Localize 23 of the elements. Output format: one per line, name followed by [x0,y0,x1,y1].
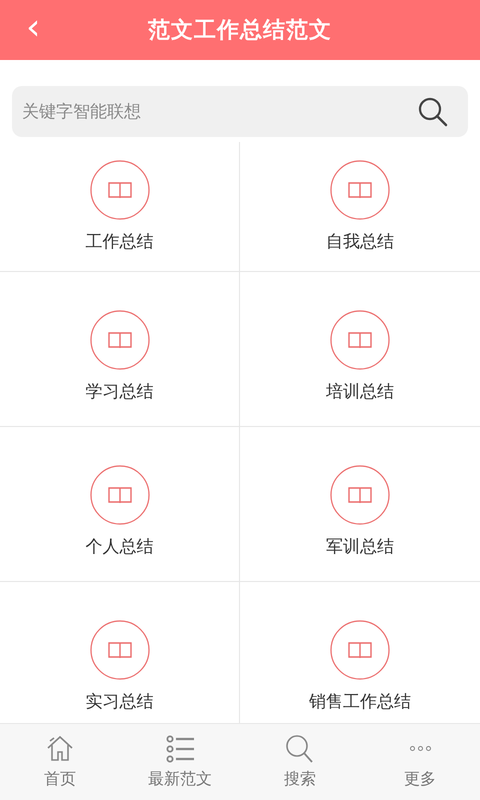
more-icon [410,746,430,751]
tab-item[interactable]: 搜索 [240,724,360,800]
book-icon [330,310,390,370]
category-item[interactable]: 军训总结 [240,427,480,582]
book-icon [330,620,390,680]
tab-item[interactable]: 首页 [0,724,120,800]
category-item[interactable]: 学习总结 [0,272,240,427]
book-icon [330,465,390,525]
category-item[interactable]: 工作总结 [0,142,240,272]
search-icon[interactable] [418,97,448,127]
page-title: 范文工作总结范文 [148,17,332,45]
book-icon [90,160,150,220]
category-item[interactable]: 自我总结 [240,142,480,272]
category-item[interactable]: 个人总结 [0,427,240,582]
list-icon [164,733,196,765]
tab-item[interactable]: 更多 [360,724,480,800]
book-icon [90,310,150,370]
book-icon [90,465,150,525]
book-icon [90,620,150,680]
tab-item[interactable]: 最新范文 [120,724,240,800]
category-item[interactable]: 培训总结 [240,272,480,427]
book-icon [330,160,390,220]
search-field[interactable]: 关键字智能联想 [12,86,468,137]
